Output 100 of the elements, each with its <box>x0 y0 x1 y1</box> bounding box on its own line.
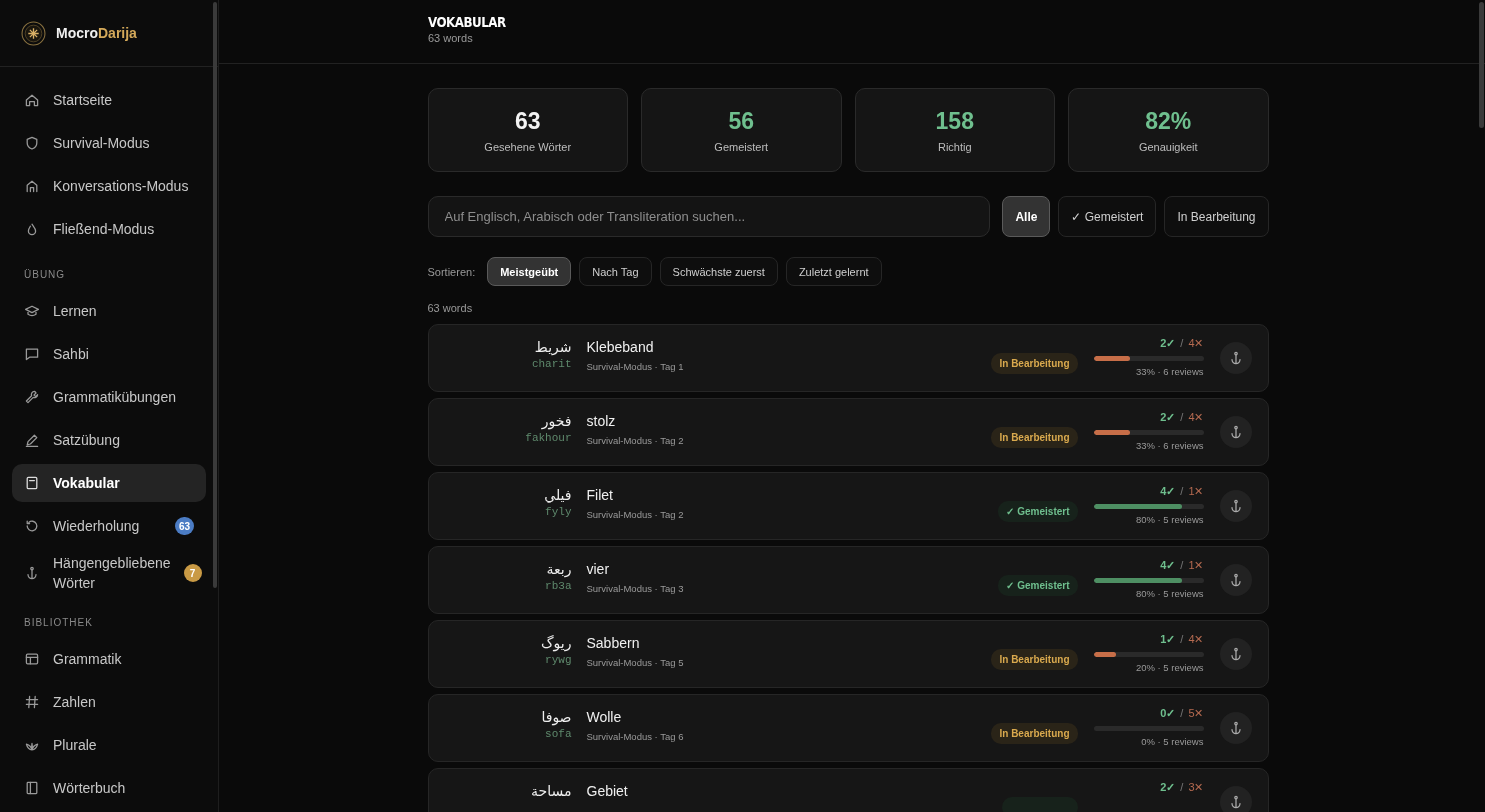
nav-item[interactable]: Plurale <box>12 726 206 764</box>
book-icon <box>24 780 40 796</box>
arabic-word: مساحة <box>530 783 572 799</box>
translation: stolz <box>586 413 617 429</box>
nav-item[interactable]: Wiederholung 63 <box>12 507 206 545</box>
anchor-button[interactable] <box>1219 564 1252 596</box>
nav-label: Grammatikübungen <box>53 388 177 407</box>
sort-button[interactable]: Nach Tag <box>579 257 652 286</box>
count-badge: 63 <box>174 517 194 535</box>
stat-label: Gesehene Wörter <box>484 140 572 153</box>
nav-item[interactable]: Zahlen <box>12 683 206 721</box>
translation: vier <box>586 561 611 577</box>
transliteration: rywg <box>544 654 572 666</box>
nav-label: Wiederholung <box>53 517 141 536</box>
progress-reading: 0% · 5 reviews <box>1140 736 1204 747</box>
house-icon <box>24 178 40 194</box>
stat-value: 63 <box>514 107 541 135</box>
nav-label: Lernen <box>53 302 98 321</box>
translation: Wolle <box>586 709 623 725</box>
filter-button[interactable]: ✓ Gemeistert <box>1058 196 1157 237</box>
nav-item[interactable]: Startseite <box>12 81 206 119</box>
separator: / <box>1180 337 1184 349</box>
correct-count: 2✓ <box>1160 781 1176 793</box>
nav-label: Plurale <box>53 736 98 755</box>
nav-label: Zahlen <box>53 693 97 712</box>
translation: Gebiet <box>586 783 629 799</box>
separator: / <box>1180 707 1184 719</box>
anchor-button[interactable] <box>1219 490 1252 522</box>
home-icon <box>24 92 40 108</box>
graduation-cap-icon <box>24 303 40 319</box>
nav-item[interactable]: Sahbi <box>12 335 206 373</box>
word-meta: Survival-Modus · Tag 2 <box>586 509 685 520</box>
nav-label: Wörterbuch <box>53 779 127 798</box>
stat-label: Gemeistert <box>714 140 769 153</box>
anchor-button[interactable] <box>1219 712 1252 744</box>
nav-item[interactable]: Wörterbuch <box>12 769 206 807</box>
anchor-button[interactable] <box>1219 786 1252 812</box>
nav-label: Konversations-Modus <box>53 177 190 196</box>
separator: / <box>1180 781 1184 793</box>
nav-label: Fließend-Modus <box>53 220 156 239</box>
anchor-button[interactable] <box>1219 638 1252 670</box>
separator: / <box>1180 411 1184 423</box>
nav-label: Sahbi <box>53 345 90 364</box>
nav-item[interactable]: Konversations-Modus <box>12 167 206 205</box>
stat-label: Richtig <box>937 140 972 153</box>
stat-value: 56 <box>728 107 755 135</box>
nav-label: Grammatik <box>53 650 123 669</box>
wrong-count: 3✕ <box>1188 781 1204 793</box>
nav-item[interactable]: Grammatikübungen <box>12 378 206 416</box>
word-meta: Survival-Modus · Tag 5 <box>586 657 685 668</box>
arabic-word: فخور <box>540 413 572 429</box>
wrong-count: 1✕ <box>1188 485 1204 497</box>
arabic-word: شريط <box>533 339 572 355</box>
word-meta: Survival-Modus · Tag 6 <box>586 731 685 742</box>
section-heading: BIBLIOTHEK <box>23 616 94 630</box>
scrollbar[interactable] <box>1479 2 1484 128</box>
wrench-icon <box>24 389 40 405</box>
arabic-word: صوفا <box>540 709 572 725</box>
hash-icon <box>24 694 40 710</box>
status-badge: ✓ Gemeistert <box>998 575 1078 596</box>
transliteration: fakhour <box>524 432 572 444</box>
anchor-icon <box>24 565 40 581</box>
sort-button[interactable]: Schwächste zuerst <box>659 257 778 286</box>
status-badge: ✓ Gemeistert <box>998 501 1078 522</box>
sort-label: Sortieren: <box>427 265 476 278</box>
nav-item[interactable]: Satzübung <box>12 421 206 459</box>
stat-value: 158 <box>935 107 974 135</box>
nav-item[interactable]: Vokabular <box>12 464 206 502</box>
arabic-word: ريوگ <box>540 635 572 651</box>
correct-count: 2✓ <box>1160 337 1176 349</box>
sort-button[interactable]: Zuletzt gelernt <box>785 257 882 286</box>
translation: Filet <box>586 487 614 503</box>
search-field[interactable]: Auf Englisch, Arabisch oder Transliteration suchen... <box>427 196 991 237</box>
progress-reading: 80% · 5 reviews <box>1134 588 1204 599</box>
wrong-count: 4✕ <box>1188 337 1204 349</box>
transliteration: charit <box>530 358 572 370</box>
sort-button[interactable]: Meistgeübt <box>487 257 572 286</box>
progress-reading: 20% · 5 reviews <box>1134 662 1204 673</box>
correct-count: 2✓ <box>1160 411 1176 423</box>
nav-item[interactable]: Survival-Modus <box>12 124 206 162</box>
separator: / <box>1180 485 1184 497</box>
filter-button[interactable]: Alle <box>1002 196 1051 237</box>
status-badge: In Bearbeitung <box>991 723 1078 744</box>
anchor-button[interactable] <box>1219 416 1252 448</box>
nav-item[interactable]: Hängengebliebene Wörter 7 <box>12 550 206 596</box>
nav-label: Satzübung <box>53 431 121 450</box>
arabic-word: فيلي <box>543 487 572 503</box>
anchor-button[interactable] <box>1219 342 1252 374</box>
transliteration: fyly <box>544 506 572 518</box>
wrong-count: 5✕ <box>1188 707 1204 719</box>
filter-button[interactable]: In Bearbeitung <box>1164 196 1269 237</box>
word-meta: Survival-Modus · Tag 1 <box>586 361 685 372</box>
nav-item[interactable]: Grammatik <box>12 640 206 678</box>
transliteration: rb3a <box>544 580 572 592</box>
status-badge: In Bearbeitung <box>991 353 1078 374</box>
nav-item[interactable]: Lernen <box>12 292 206 330</box>
stat-value: 82% <box>1145 107 1192 135</box>
correct-count: 4✓ <box>1160 559 1176 571</box>
translation: Sabbern <box>586 635 641 651</box>
nav-item[interactable]: Fließend-Modus <box>12 210 206 248</box>
